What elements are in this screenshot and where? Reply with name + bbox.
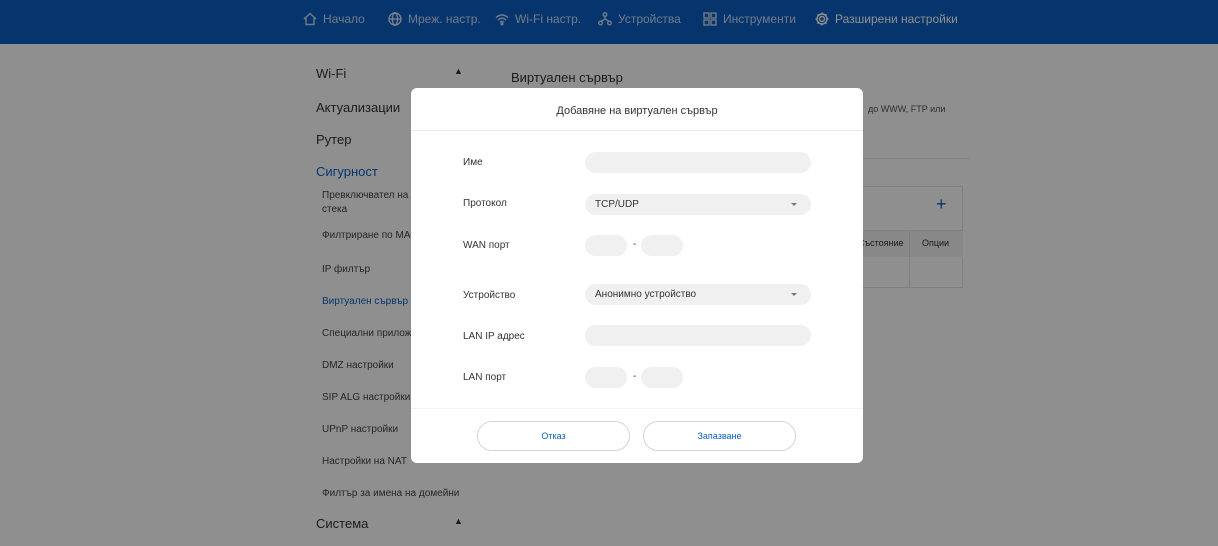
protocol-selected-value: TCP/UDP: [595, 199, 639, 210]
chevron-down-icon: [791, 293, 797, 296]
device-label: Устройство: [463, 290, 516, 301]
lan-port-label: LAN порт: [463, 372, 507, 383]
divider: [411, 130, 863, 131]
device-selected-value: Анонимно устройство: [595, 289, 697, 300]
wan-port-start-input[interactable]: [585, 235, 627, 256]
cancel-button[interactable]: Отказ: [477, 421, 630, 451]
add-virtual-server-dialog: Добавяне на виртуален сървър Име Протоко…: [411, 88, 863, 463]
range-separator: -: [633, 239, 637, 250]
device-select[interactable]: Анонимно устройство: [585, 284, 811, 305]
lan-port-start-input[interactable]: [585, 367, 627, 388]
protocol-select[interactable]: TCP/UDP: [585, 194, 811, 215]
wan-port-end-input[interactable]: [641, 235, 683, 256]
lan-ip-input[interactable]: [585, 325, 811, 346]
range-separator: -: [633, 371, 637, 382]
dialog-title: Добавяне на виртуален сървър: [556, 105, 718, 117]
wan-port-label: WAN порт: [463, 240, 510, 251]
divider: [411, 408, 863, 409]
protocol-label: Протокол: [463, 198, 507, 209]
chevron-down-icon: [791, 203, 797, 206]
save-button[interactable]: Запазване: [643, 421, 796, 451]
name-label: Име: [463, 157, 483, 168]
lan-ip-label: LAN IP адрес: [463, 331, 525, 342]
name-input[interactable]: [585, 152, 811, 173]
lan-port-end-input[interactable]: [641, 367, 683, 388]
